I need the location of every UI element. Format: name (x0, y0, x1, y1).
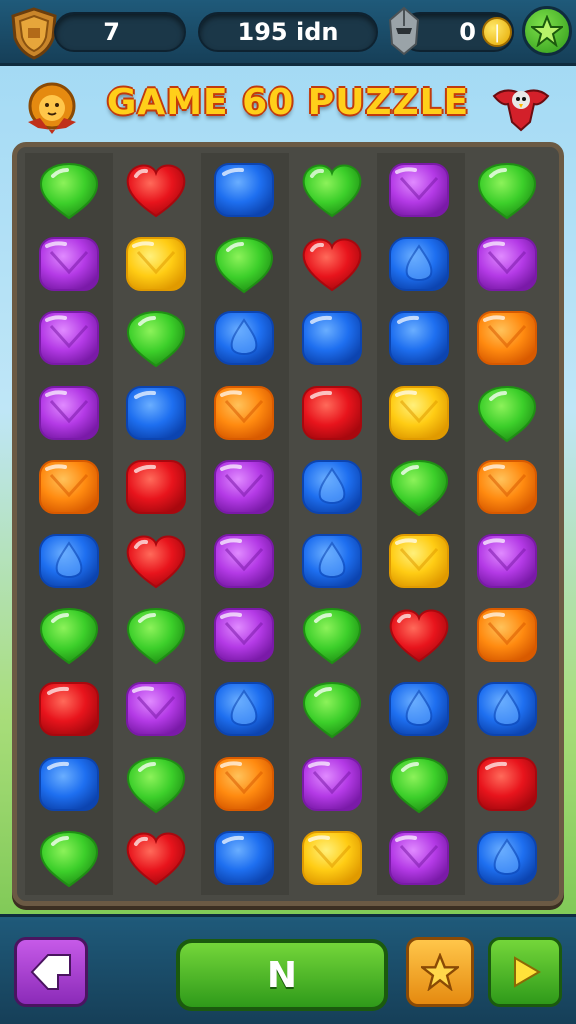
gem-red-heart[interactable] (288, 227, 376, 301)
gem-red-square[interactable] (463, 747, 551, 821)
gem-purple-heart[interactable] (25, 376, 113, 450)
gem-green-heart[interactable] (288, 153, 376, 227)
title-banner: GAME 60 PUZZLE (0, 74, 576, 140)
gem-orange-heart[interactable] (200, 376, 288, 450)
gem-red-square[interactable] (288, 376, 376, 450)
gem-green-drop[interactable] (463, 153, 551, 227)
gem-blue-drop[interactable] (288, 524, 376, 598)
gem-blue-square[interactable] (288, 301, 376, 375)
gem-blue-drop[interactable] (200, 672, 288, 746)
gem-blue-square[interactable] (200, 153, 288, 227)
gem-red-heart[interactable] (376, 598, 464, 672)
gem-yellow-heart[interactable] (376, 524, 464, 598)
gem-blue-drop[interactable] (463, 821, 551, 895)
bottom-bar: N (0, 914, 576, 1024)
gem-purple-heart[interactable] (463, 227, 551, 301)
gem-blue-drop[interactable] (376, 227, 464, 301)
gem-green-drop[interactable] (25, 821, 113, 895)
gem-purple-heart[interactable] (25, 301, 113, 375)
gem-blue-drop[interactable] (288, 450, 376, 524)
main-action-label: N (266, 954, 298, 996)
star-icon (421, 953, 459, 991)
score-text: 195 idn (237, 18, 339, 46)
game-title: GAME 60 PUZZLE (106, 82, 470, 123)
gem-yellow-heart[interactable] (113, 227, 201, 301)
gem-green-drop[interactable] (25, 153, 113, 227)
gem-grid (25, 153, 551, 895)
gem-purple-heart[interactable] (376, 821, 464, 895)
gem-red-square[interactable] (25, 672, 113, 746)
gem-green-drop[interactable] (288, 598, 376, 672)
gem-purple-heart[interactable] (113, 672, 201, 746)
gem-orange-heart[interactable] (463, 598, 551, 672)
gem-blue-drop[interactable] (25, 524, 113, 598)
gem-green-drop[interactable] (113, 747, 201, 821)
gem-green-drop[interactable] (113, 301, 201, 375)
gem-blue-drop[interactable] (463, 672, 551, 746)
gem-red-heart[interactable] (113, 153, 201, 227)
main-action-button[interactable]: N (176, 939, 388, 1011)
gem-blue-drop[interactable] (200, 301, 288, 375)
gem-purple-heart[interactable] (376, 153, 464, 227)
gem-red-heart[interactable] (113, 524, 201, 598)
back-arrow-icon (30, 954, 71, 990)
gem-purple-heart[interactable] (288, 747, 376, 821)
level-counter: 7 (54, 12, 186, 52)
play-button[interactable] (488, 937, 562, 1007)
star-button[interactable] (522, 6, 572, 56)
gem-orange-heart[interactable] (25, 450, 113, 524)
gem-red-heart[interactable] (113, 821, 201, 895)
gem-yellow-heart[interactable] (376, 376, 464, 450)
play-icon (514, 956, 541, 988)
lion-emblem-icon (28, 82, 76, 134)
gem-blue-square[interactable] (200, 821, 288, 895)
star-icon (531, 15, 563, 47)
gem-green-drop[interactable] (463, 376, 551, 450)
gem-green-drop[interactable] (376, 747, 464, 821)
gem-purple-heart[interactable] (200, 524, 288, 598)
gem-green-drop[interactable] (376, 450, 464, 524)
level-value: 7 (103, 18, 120, 46)
gem-purple-heart[interactable] (200, 598, 288, 672)
gem-orange-heart[interactable] (463, 450, 551, 524)
coins-value: 0 (459, 18, 476, 46)
top-bar: 7 195 idn 0 ❘ (0, 0, 576, 66)
star-bonus-button[interactable] (406, 937, 474, 1007)
back-button[interactable] (14, 937, 88, 1007)
gem-blue-square[interactable] (113, 376, 201, 450)
gem-orange-heart[interactable] (463, 301, 551, 375)
gem-blue-square[interactable] (25, 747, 113, 821)
gem-red-square[interactable] (113, 450, 201, 524)
coin-icon: ❘ (482, 17, 512, 47)
gem-blue-drop[interactable] (376, 672, 464, 746)
shield-icon[interactable] (8, 6, 60, 60)
gem-purple-heart[interactable] (463, 524, 551, 598)
bird-emblem-icon (492, 89, 550, 132)
gem-green-drop[interactable] (288, 672, 376, 746)
game-board (12, 142, 564, 906)
score-counter: 195 idn (198, 12, 378, 52)
gem-green-drop[interactable] (25, 598, 113, 672)
gem-green-drop[interactable] (200, 227, 288, 301)
helmet-icon (388, 6, 420, 56)
gem-yellow-heart[interactable] (288, 821, 376, 895)
gem-purple-heart[interactable] (25, 227, 113, 301)
gem-orange-heart[interactable] (200, 747, 288, 821)
gem-green-drop[interactable] (113, 598, 201, 672)
gem-purple-heart[interactable] (200, 450, 288, 524)
gem-blue-square[interactable] (376, 301, 464, 375)
